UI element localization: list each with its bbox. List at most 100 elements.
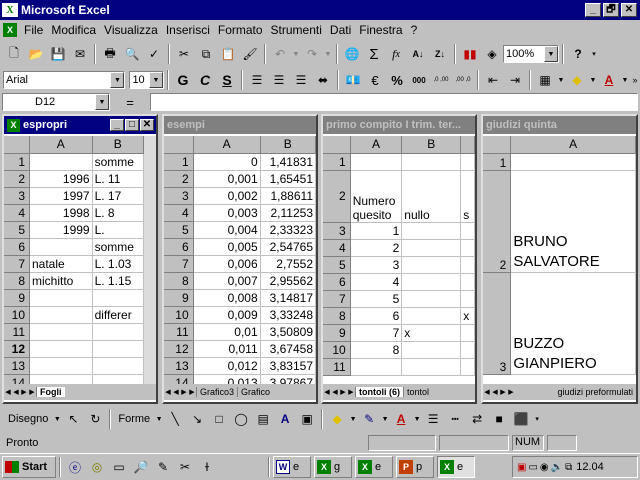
- row-header[interactable]: 3: [4, 187, 30, 205]
- row-header[interactable]: 9: [164, 289, 194, 307]
- cell-b[interactable]: 2,7552: [260, 255, 316, 273]
- cell-c[interactable]: [460, 239, 475, 257]
- tray-monitor-icon[interactable]: ▭: [528, 462, 537, 473]
- tab-prev-icon[interactable]: ◀: [491, 386, 499, 398]
- cell-a[interactable]: Numero quesito: [350, 170, 403, 223]
- cell-b[interactable]: L. 1.03: [92, 255, 144, 273]
- cell-b[interactable]: [401, 153, 462, 171]
- cell-b[interactable]: [401, 273, 462, 291]
- print-preview-icon[interactable]: 🔍: [121, 43, 143, 65]
- cell-c[interactable]: x: [460, 307, 475, 325]
- row-header[interactable]: 1: [164, 153, 194, 171]
- align-right-icon[interactable]: ☰: [290, 69, 312, 91]
- row-header[interactable]: 2: [4, 170, 30, 188]
- column-header[interactable]: A: [510, 136, 636, 154]
- column-header[interactable]: B: [260, 136, 316, 154]
- cell-a[interactable]: 0,003: [193, 204, 261, 222]
- cell-a[interactable]: 1996: [29, 170, 93, 188]
- cell-a[interactable]: 2: [350, 239, 403, 257]
- cell-c[interactable]: [460, 290, 475, 308]
- tray-volume-icon[interactable]: 🔊: [551, 462, 563, 473]
- cell-a[interactable]: [29, 323, 93, 341]
- row-header[interactable]: 5: [4, 221, 30, 239]
- cell-a[interactable]: 0,009: [193, 306, 261, 324]
- undo-icon[interactable]: ↶: [269, 43, 291, 65]
- cell-b[interactable]: 2,11253: [260, 204, 316, 222]
- align-left-icon[interactable]: ☰: [246, 69, 268, 91]
- cell-a[interactable]: [29, 289, 93, 307]
- cell-c[interactable]: [460, 256, 475, 274]
- font-size-dropdown-icon[interactable]: ▼: [149, 72, 163, 88]
- function-icon[interactable]: fx: [385, 43, 407, 65]
- giudizi-grid[interactable]: A 1 2 BRUNO SALVATORE 3 BUZZO GIANPIERO: [483, 136, 636, 384]
- line-color-icon[interactable]: ✎: [358, 408, 380, 430]
- quicklaunch-more-icon[interactable]: ɫ: [196, 456, 218, 478]
- cell-b[interactable]: [92, 289, 144, 307]
- autoshapes-menu[interactable]: Forme: [114, 413, 154, 425]
- row-header[interactable]: 5: [323, 256, 351, 274]
- row-header[interactable]: 3: [483, 272, 512, 375]
- draw-menu[interactable]: Disegno: [4, 413, 52, 425]
- cell-b[interactable]: 2,33323: [260, 221, 316, 239]
- cell-b[interactable]: 2,95562: [260, 272, 316, 290]
- tab-next-icon[interactable]: ▶: [499, 386, 507, 398]
- cell-a[interactable]: BRUNO SALVATORE: [510, 170, 636, 273]
- cell-a[interactable]: 1998: [29, 204, 93, 222]
- tab-next-icon[interactable]: ▶: [20, 386, 28, 398]
- cell-a[interactable]: 0,011: [193, 340, 261, 358]
- column-header[interactable]: A: [350, 136, 403, 154]
- help-icon[interactable]: ?: [567, 43, 589, 65]
- cell-b[interactable]: 3,50809: [260, 323, 316, 341]
- cell-c[interactable]: [460, 324, 475, 342]
- format-painter-icon[interactable]: 🖌: [239, 43, 261, 65]
- zoom-dropdown-icon[interactable]: ▼: [544, 46, 558, 62]
- cell-b[interactable]: [401, 341, 462, 359]
- row-header[interactable]: 4: [4, 204, 30, 222]
- row-header[interactable]: 6: [4, 238, 30, 256]
- italic-button[interactable]: C: [194, 69, 216, 91]
- cell-b[interactable]: 3,83157: [260, 357, 316, 375]
- esempi-grid[interactable]: A B 1 0 1,41831 2 0,001 1,65451 3 0,002 1,88611 4 0,…: [164, 136, 316, 384]
- align-center-icon[interactable]: ☰: [268, 69, 290, 91]
- arrow-style-icon[interactable]: ⇄: [466, 408, 488, 430]
- row-header[interactable]: 14: [4, 374, 30, 384]
- spelling-icon[interactable]: ✓: [143, 43, 165, 65]
- select-pointer-icon[interactable]: ↖: [62, 408, 84, 430]
- cell-b[interactable]: [92, 323, 144, 341]
- tab-prev-icon[interactable]: ◀: [12, 386, 20, 398]
- window-giudizi[interactable]: giudizi quinta A 1 2 BRUNO SALVATORE 3 BUZZO GI…: [481, 114, 638, 404]
- open-folder-icon[interactable]: 📂: [25, 43, 47, 65]
- cell-a[interactable]: 1999: [29, 221, 93, 239]
- row-header[interactable]: 2: [164, 170, 194, 188]
- bold-button[interactable]: G: [172, 69, 194, 91]
- cell-a[interactable]: 0,005: [193, 238, 261, 256]
- borders-dropdown-icon[interactable]: ▼: [556, 69, 566, 91]
- column-header[interactable]: B: [401, 136, 462, 154]
- web-hyperlink-icon[interactable]: 🌐: [341, 43, 363, 65]
- internet-explorer-icon[interactable]: ⓔ: [64, 456, 86, 478]
- cell-a[interactable]: 0,004: [193, 221, 261, 239]
- explorer-icon[interactable]: 🔎: [130, 456, 152, 478]
- increase-indent-icon[interactable]: ⇥: [504, 69, 526, 91]
- row-header[interactable]: 2: [483, 170, 512, 273]
- column-header[interactable]: B: [92, 136, 144, 154]
- fill-bucket-dropdown-icon[interactable]: ▼: [348, 408, 358, 430]
- select-all-corner[interactable]: [323, 136, 351, 154]
- window-compito[interactable]: primo compito I trim. ter... A B 1 2 Numero …: [321, 114, 477, 404]
- cell-b[interactable]: [401, 256, 462, 274]
- espropri-grid[interactable]: A B 1 somme 2 1996 L. 11 3 1997 L. 17 4 1998 L. 8 5 19…: [4, 136, 144, 384]
- copy-icon[interactable]: ⧉: [195, 43, 217, 65]
- name-box[interactable]: D12 ▼: [2, 93, 110, 111]
- row-header[interactable]: 8: [4, 272, 30, 290]
- cell-a[interactable]: [510, 153, 636, 171]
- cell-a[interactable]: 5: [350, 290, 403, 308]
- tray-clipboard-icon[interactable]: ⧉: [565, 462, 572, 473]
- sheet-tab[interactable]: Fogli: [36, 387, 65, 397]
- sort-ascending-icon[interactable]: A↓: [407, 43, 429, 65]
- menu-help[interactable]: ?: [407, 23, 422, 37]
- row-header[interactable]: 13: [164, 357, 194, 375]
- quicklaunch-app-icon[interactable]: ✎: [152, 456, 174, 478]
- cell-b[interactable]: somme: [92, 153, 144, 171]
- cell-a[interactable]: [350, 358, 403, 376]
- desktop-icon[interactable]: ▭: [108, 456, 130, 478]
